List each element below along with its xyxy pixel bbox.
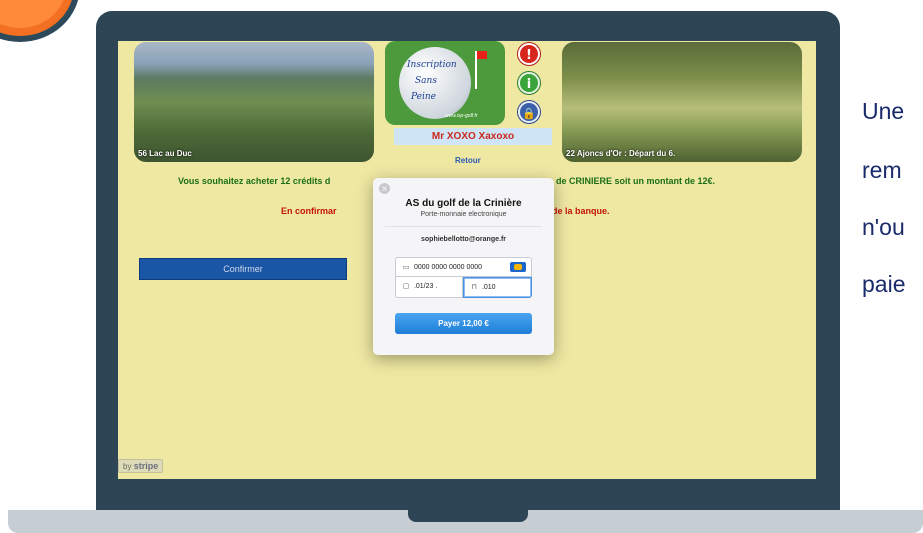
golf-photo-left: 56 Lac au Duc — [134, 42, 374, 162]
side-text-line2: rem — [862, 157, 902, 183]
warning-message-part1: En confirmar — [281, 206, 337, 216]
brand-logo — [0, 0, 80, 42]
expiry-field[interactable]: ▢ .01/23 . — [395, 277, 463, 298]
expiry-value: .01/23 . — [413, 283, 438, 290]
golf-photo-right: 22 Ajoncs d'Or : Départ du 6. — [562, 42, 802, 162]
card-number-value: 0000 0000 0000 0000 — [413, 264, 483, 271]
logo-text: Inscription Sans Peine — [407, 60, 457, 102]
purchase-message-part1: Vous souhaitez acheter 12 crédits d — [178, 176, 331, 186]
cvc-field[interactable]: ⊓ .010 — [463, 277, 532, 298]
photo-caption-left: 56 Lac au Duc — [138, 149, 192, 158]
card-brand-icon — [510, 262, 526, 272]
user-name: Mr XOXO Xaxoxo — [394, 128, 552, 145]
card-number-field[interactable]: ▭ 0000 0000 0000 0000 — [395, 257, 532, 277]
side-icons: ! i 🔒 — [518, 43, 542, 130]
warning-message-part2: de la banque. — [552, 206, 610, 216]
exit-icon[interactable]: ! — [518, 43, 540, 65]
merchant-name: AS du golf de la Crinière — [405, 198, 522, 209]
close-icon[interactable]: × — [379, 183, 390, 194]
lock-icon[interactable]: 🔒 — [518, 101, 540, 123]
merchant-subtitle: Porte-monnaie electronique — [420, 211, 507, 218]
customer-email: sophiebellotto@orange.fr — [421, 236, 506, 243]
cvc-value: .010 — [481, 284, 496, 291]
calendar-icon: ▢ — [402, 282, 410, 290]
pay-button[interactable]: Payer 12,00 € — [395, 313, 532, 334]
info-icon[interactable]: i — [518, 72, 540, 94]
laptop-notch — [408, 510, 528, 522]
page: 56 Lac au Duc Inscription Sans Peine www… — [0, 0, 923, 533]
stripe-checkout-modal: × AS du golf de la Crinière Porte-monnai… — [373, 178, 554, 355]
credit-card-icon: ▭ — [402, 263, 410, 271]
photo-caption-right: 22 Ajoncs d'Or : Départ du 6. — [566, 149, 676, 158]
retour-link[interactable]: Retour — [455, 156, 481, 165]
side-text-line1: Une — [862, 98, 905, 124]
side-text-line4: paie — [862, 271, 906, 297]
stripe-badge[interactable]: by stripe — [118, 459, 164, 473]
purchase-message-part2: de CRINIERE soit un montant de 12€. — [556, 176, 716, 186]
logo-url: www.isp-golf.fr — [445, 113, 478, 119]
divider — [385, 226, 542, 227]
side-text-line3: n'ou — [862, 214, 905, 240]
isp-logo: Inscription Sans Peine www.isp-golf.fr — [385, 41, 505, 125]
lock-icon: ⊓ — [471, 283, 477, 291]
confirm-button[interactable]: Confirmer — [139, 258, 347, 280]
